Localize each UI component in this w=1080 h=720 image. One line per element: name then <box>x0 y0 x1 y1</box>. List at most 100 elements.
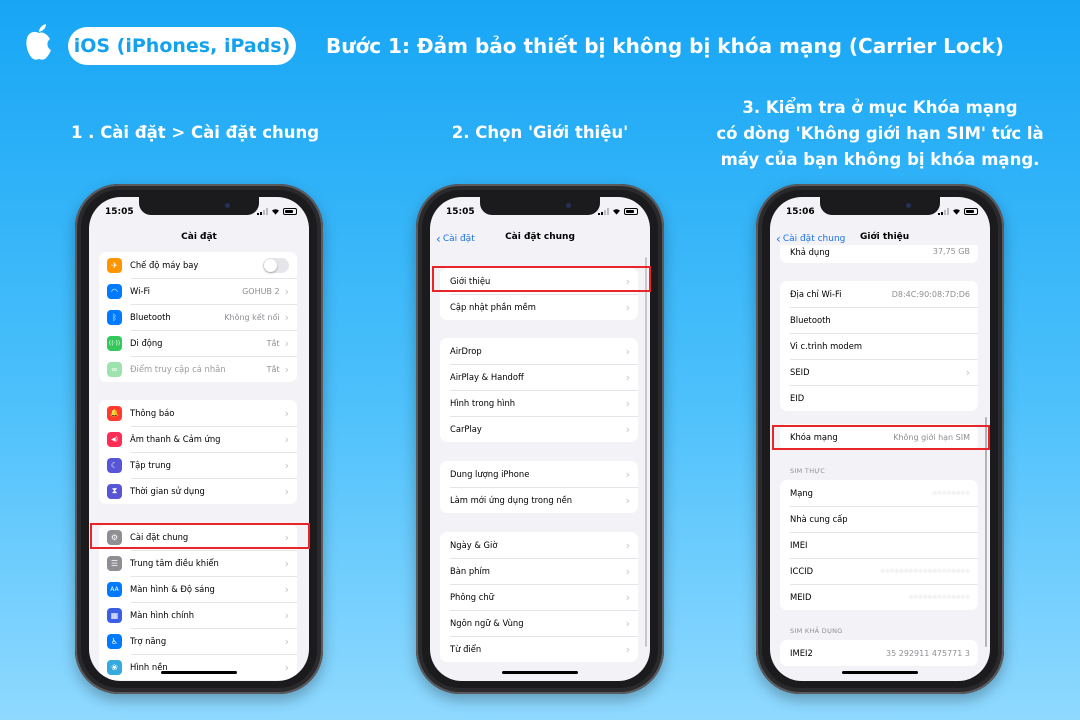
chevron-right-icon: › <box>625 642 630 656</box>
chevron-right-icon: › <box>625 538 630 552</box>
chevron-right-icon: › <box>625 370 630 384</box>
row-label: Màn hình & Độ sáng <box>130 584 215 594</box>
general-group-storage: Dung lượng iPhone › Làm mới ứng dụng tron… <box>440 461 638 513</box>
row-value: Tắt <box>266 364 280 374</box>
chevron-right-icon: › <box>284 660 289 674</box>
chevron-left-icon: ‹ <box>776 232 781 246</box>
row-label: Nhà cung cấp <box>790 514 848 524</box>
settings-row-airplane-mode[interactable]: ✈ Chế độ máy bay <box>99 252 297 278</box>
row-value: Không kết nối <box>224 312 280 322</box>
scrollbar[interactable] <box>645 257 647 647</box>
scrollbar[interactable] <box>985 417 987 647</box>
general-row-background-refresh[interactable]: Làm mới ứng dụng trong nền › <box>440 487 638 513</box>
about-row-imei2: IMEI2 35 292911 475771 3 <box>780 640 978 666</box>
row-label: Làm mới ứng dụng trong nền <box>450 495 573 505</box>
chevron-right-icon: › <box>284 310 289 324</box>
settings-row-sounds[interactable]: ◀) Âm thanh & Cảm ứng › <box>99 426 297 452</box>
about-row-seid[interactable]: SEID › <box>780 359 978 385</box>
row-label: Thông báo <box>130 408 175 418</box>
general-group-sharing: AirDrop › AirPlay & Handoff › Hình trong h… <box>440 338 638 442</box>
row-label: MEID <box>790 592 812 602</box>
about-row-network: Mạng •••••••• <box>780 480 978 506</box>
nav-title: Giới thiệu <box>860 232 910 242</box>
back-button[interactable]: ‹ Cài đặt chung <box>776 232 845 246</box>
row-label: CarPlay <box>450 424 482 434</box>
airplane-icon: ✈ <box>107 257 122 273</box>
row-label: Chế độ máy bay <box>130 260 199 270</box>
chevron-right-icon: › <box>625 616 630 630</box>
step-3-line-1: 3. Kiểm tra ở mục Khóa mạng <box>742 98 1018 117</box>
row-value: 37,75 GB <box>932 247 970 256</box>
settings-row-home-screen[interactable]: ▦ Màn hình chính › <box>99 602 297 628</box>
settings-row-screen-time[interactable]: ⧗ Thời gian sử dụng › <box>99 478 297 504</box>
status-icons <box>257 208 297 215</box>
general-row-software-update[interactable]: Cập nhật phần mềm › <box>440 294 638 320</box>
phone-notch <box>139 197 259 215</box>
row-label: IMEI2 <box>790 648 813 658</box>
general-row-keyboard[interactable]: Bàn phím › <box>440 558 638 584</box>
section-header-physical-sim: SIM THỰC <box>790 467 826 475</box>
general-row-picture-in-picture[interactable]: Hình trong hình › <box>440 390 638 416</box>
row-label: Wi-Fi <box>130 286 150 296</box>
settings-row-display[interactable]: AA Màn hình & Độ sáng › <box>99 576 297 602</box>
apple-logo-icon <box>26 24 51 60</box>
chevron-right-icon: › <box>625 493 630 507</box>
settings-row-focus[interactable]: ☾ Tập trung › <box>99 452 297 478</box>
signal-icon <box>938 208 949 215</box>
display-brightness-icon: AA <box>107 581 122 597</box>
signal-icon <box>598 208 609 215</box>
general-row-language-region[interactable]: Ngôn ngữ & Vùng › <box>440 610 638 636</box>
about-row-bluetooth: Bluetooth <box>780 307 978 333</box>
status-time: 15:05 <box>105 207 134 217</box>
chevron-right-icon: › <box>625 467 630 481</box>
row-label: Bàn phím <box>450 566 490 576</box>
general-row-fonts[interactable]: Phông chữ › <box>440 584 638 610</box>
row-label: Trợ năng <box>130 636 167 646</box>
highlight-box-about <box>432 266 651 292</box>
row-label: Tập trung <box>130 460 171 470</box>
speaker-icon: ◀) <box>107 431 122 447</box>
general-row-dictionary[interactable]: Từ điển › <box>440 636 638 662</box>
row-label: ICCID <box>790 566 814 576</box>
row-label: Thời gian sử dụng <box>130 486 205 496</box>
about-row-meid: MEID ••••••••••••• <box>780 584 978 610</box>
general-row-date-time[interactable]: Ngày & Giờ › <box>440 532 638 558</box>
airplane-mode-toggle[interactable] <box>263 257 289 273</box>
row-label: Âm thanh & Cảm ứng <box>130 434 221 444</box>
battery-icon <box>964 208 978 215</box>
settings-row-accessibility[interactable]: ♿ Trợ năng › <box>99 628 297 654</box>
home-screen-icon: ▦ <box>107 607 122 623</box>
home-indicator <box>502 671 578 674</box>
settings-row-cellular[interactable]: ((·)) Di động Tắt › <box>99 330 297 356</box>
chevron-right-icon: › <box>625 590 630 604</box>
chevron-right-icon: › <box>284 634 289 648</box>
settings-row-notifications[interactable]: 🔔 Thông báo › <box>99 400 297 426</box>
chevron-right-icon: › <box>965 365 970 379</box>
chevron-right-icon: › <box>625 564 630 578</box>
settings-row-wifi[interactable]: ◠ Wi-Fi GOHUB 2 › <box>99 278 297 304</box>
wifi-status-icon <box>953 209 960 215</box>
row-label: Di động <box>130 338 163 348</box>
row-label: Khả dụng <box>790 247 830 257</box>
settings-row-hotspot[interactable]: ∞ Điểm truy cập cá nhân Tắt › <box>99 356 297 382</box>
platform-pill: iOS (iPhones, iPads) <box>68 27 296 65</box>
general-row-iphone-storage[interactable]: Dung lượng iPhone › <box>440 461 638 487</box>
row-label: Địa chỉ Wi-Fi <box>790 289 842 299</box>
general-row-airplay[interactable]: AirPlay & Handoff › <box>440 364 638 390</box>
about-row-available: Khả dụng 37,75 GB <box>780 245 978 263</box>
settings-row-bluetooth[interactable]: ᛒ Bluetooth Không kết nối › <box>99 304 297 330</box>
settings-row-wallpaper[interactable]: ❀ Hình nền › <box>99 654 297 680</box>
about-group-physical-sim: Mạng •••••••• Nhà cung cấp IMEI ICCID ••••… <box>780 480 978 610</box>
general-row-carplay[interactable]: CarPlay › <box>440 416 638 442</box>
redacted-value: ••••••••••••••••••• <box>880 566 970 576</box>
step-3-line-3: máy của bạn không bị khóa mạng. <box>720 150 1040 169</box>
general-row-airdrop[interactable]: AirDrop › <box>440 338 638 364</box>
row-label: Từ điển <box>450 644 482 654</box>
cellular-icon: ((·)) <box>107 335 122 351</box>
chevron-right-icon: › <box>284 484 289 498</box>
phone-screen: 15:05 Cài đặt ✈ Chế độ máy bay ◠ Wi-Fi G… <box>89 197 309 681</box>
about-row-iccid: ICCID ••••••••••••••••••• <box>780 558 978 584</box>
chevron-right-icon: › <box>625 300 630 314</box>
settings-row-control-center[interactable]: ☰ Trung tâm điều khiển › <box>99 550 297 576</box>
wifi-status-icon <box>613 209 620 215</box>
